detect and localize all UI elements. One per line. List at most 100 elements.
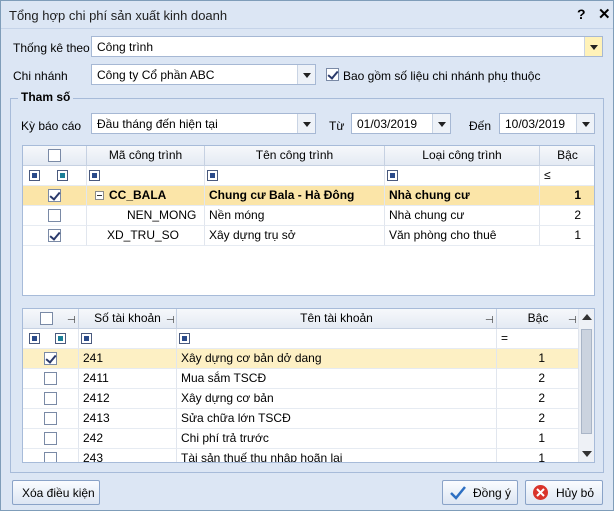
filter-icon[interactable] [29,170,40,181]
account-number: 2413 [79,409,177,429]
account-level: 2 [497,369,580,389]
filter-icon[interactable] [81,333,92,344]
row-checkbox[interactable] [44,392,57,405]
account-number: 2411 [79,369,177,389]
branch-label: Chi nhánh [13,69,68,83]
filter-icon[interactable] [207,170,218,181]
account-level: 1 [497,429,580,449]
table-row[interactable]: CC_BALA Chung cư Bala - Hà Đông Nhà chun… [23,186,594,206]
table-row[interactable]: 243 Tài sản thuế thu nhập hoãn lại 1 [23,449,580,462]
scroll-thumb[interactable] [581,329,592,434]
statistic-by-combo[interactable]: Công trình [91,36,603,57]
from-date-field[interactable]: 01/03/2019 [351,113,451,134]
pin-icon[interactable]: ⊣ [67,311,76,328]
row-checkbox[interactable] [44,372,57,385]
account-level: 1 [497,449,580,462]
project-name: Chung cư Bala - Hà Đông [205,186,385,206]
project-type: Nhà chung cư [385,186,540,206]
account-level: 1 [497,349,580,369]
statistic-by-value: Công trình [97,40,154,54]
col-project-name[interactable]: Tên công trình [205,146,385,166]
col-account-name[interactable]: Tên tài khoản ⊣ [177,309,497,329]
cancel-icon [533,485,548,500]
col-project-code[interactable]: Mã công trình [87,146,205,166]
row-checkbox[interactable] [44,432,57,445]
table-row[interactable]: 242 Chi phí trả trước 1 [23,429,580,449]
account-number: 243 [79,449,177,462]
row-checkbox[interactable] [44,452,57,462]
help-button[interactable]: ? [577,6,586,22]
from-date-value: 01/03/2019 [357,117,418,131]
filter-icon[interactable] [29,333,40,344]
branch-value: Công ty Cổ phần ABC [97,68,215,82]
project-level: 1 [540,186,594,206]
account-number: 2412 [79,389,177,409]
chevron-down-icon[interactable] [297,65,315,84]
col-account-level[interactable]: Bậc ⊣ [497,309,580,329]
account-grid-header: ⊣ Số tài khoản ⊣ Tên tài khoản ⊣ Bậc ⊣ [23,309,580,329]
chevron-down-icon[interactable] [297,114,315,133]
project-level: 1 [540,226,594,246]
clear-conditions-button[interactable]: Xóa điều kiện [12,480,100,505]
branch-combo[interactable]: Công ty Cổ phần ABC [91,64,316,85]
table-row[interactable]: XD_TRU_SO Xây dựng trụ sở Văn phòng cho … [23,226,594,246]
project-filter-row: ≤ [23,166,594,186]
col-account-number[interactable]: Số tài khoản ⊣ [79,309,177,329]
account-level: 2 [497,409,580,429]
pin-icon[interactable]: ⊣ [485,311,494,328]
filter-icon[interactable] [387,170,398,181]
account-name: Xây dựng cơ bản dở dang [177,349,497,369]
row-checkbox[interactable] [44,412,57,425]
scroll-down-icon[interactable] [582,451,592,457]
select-all-checkbox[interactable] [48,149,61,162]
row-checkbox[interactable] [48,209,61,222]
col-project-level[interactable]: Bậc [540,146,594,166]
include-branch-checkbox[interactable] [326,68,339,81]
project-type: Văn phòng cho thuê [385,226,540,246]
table-row[interactable]: 2412 Xây dựng cơ bản 2 [23,389,580,409]
to-date-field[interactable]: 10/03/2019 [499,113,595,134]
row-checkbox[interactable] [48,189,61,202]
calendar-dropdown-icon[interactable] [432,114,450,133]
filter-icon[interactable] [179,333,190,344]
project-name: Nền móng [205,206,385,226]
check-icon [450,486,466,500]
table-row[interactable]: NEN_MONG Nền móng Nhà chung cư 2 [23,206,594,226]
report-period-combo[interactable]: Đầu tháng đến hiện tại [91,113,316,134]
close-button[interactable]: ✕ [598,5,611,23]
window-title: Tổng hợp chi phí sản xuất kinh doanh [9,8,228,23]
filter-icon[interactable] [57,170,68,181]
col-project-type[interactable]: Loại công trình [385,146,540,166]
row-checkbox[interactable] [48,229,61,242]
parameters-title: Tham số [18,90,74,104]
project-code: NEN_MONG [87,206,205,226]
title-bar: Tổng hợp chi phí sản xuất kinh doanh ? ✕ [1,1,613,29]
row-checkbox[interactable] [44,352,57,365]
account-filter-row: = [23,329,580,349]
account-name: Tài sản thuế thu nhập hoãn lại [177,449,497,462]
collapse-icon[interactable] [95,191,104,200]
account-number: 241 [79,349,177,369]
to-label: Đến [469,119,492,133]
filter-operator[interactable]: = [501,331,508,345]
filter-operator[interactable]: ≤ [544,168,551,182]
chevron-down-icon[interactable] [584,37,602,56]
calendar-dropdown-icon[interactable] [576,114,594,133]
table-row[interactable]: 241 Xây dựng cơ bản dở dang 1 [23,349,580,369]
select-all-checkbox[interactable] [40,312,53,325]
ok-button[interactable]: Đồng ý [442,480,518,505]
project-code: CC_BALA [109,188,167,202]
account-grid-scrollbar[interactable] [578,309,594,462]
project-grid: Mã công trình Tên công trình Loại công t… [22,145,595,296]
cancel-button[interactable]: Hủy bỏ [525,480,603,505]
pin-icon[interactable]: ⊣ [568,311,577,328]
pin-icon[interactable]: ⊣ [166,311,175,328]
filter-icon[interactable] [55,333,66,344]
scroll-up-icon[interactable] [582,314,592,320]
table-row[interactable]: 2413 Sửa chữa lớn TSCĐ 2 [23,409,580,429]
filter-icon[interactable] [89,170,100,181]
report-period-value: Đầu tháng đến hiện tại [97,117,218,131]
account-name: Sửa chữa lớn TSCĐ [177,409,497,429]
table-row[interactable]: 2411 Mua sắm TSCĐ 2 [23,369,580,389]
project-type: Nhà chung cư [385,206,540,226]
